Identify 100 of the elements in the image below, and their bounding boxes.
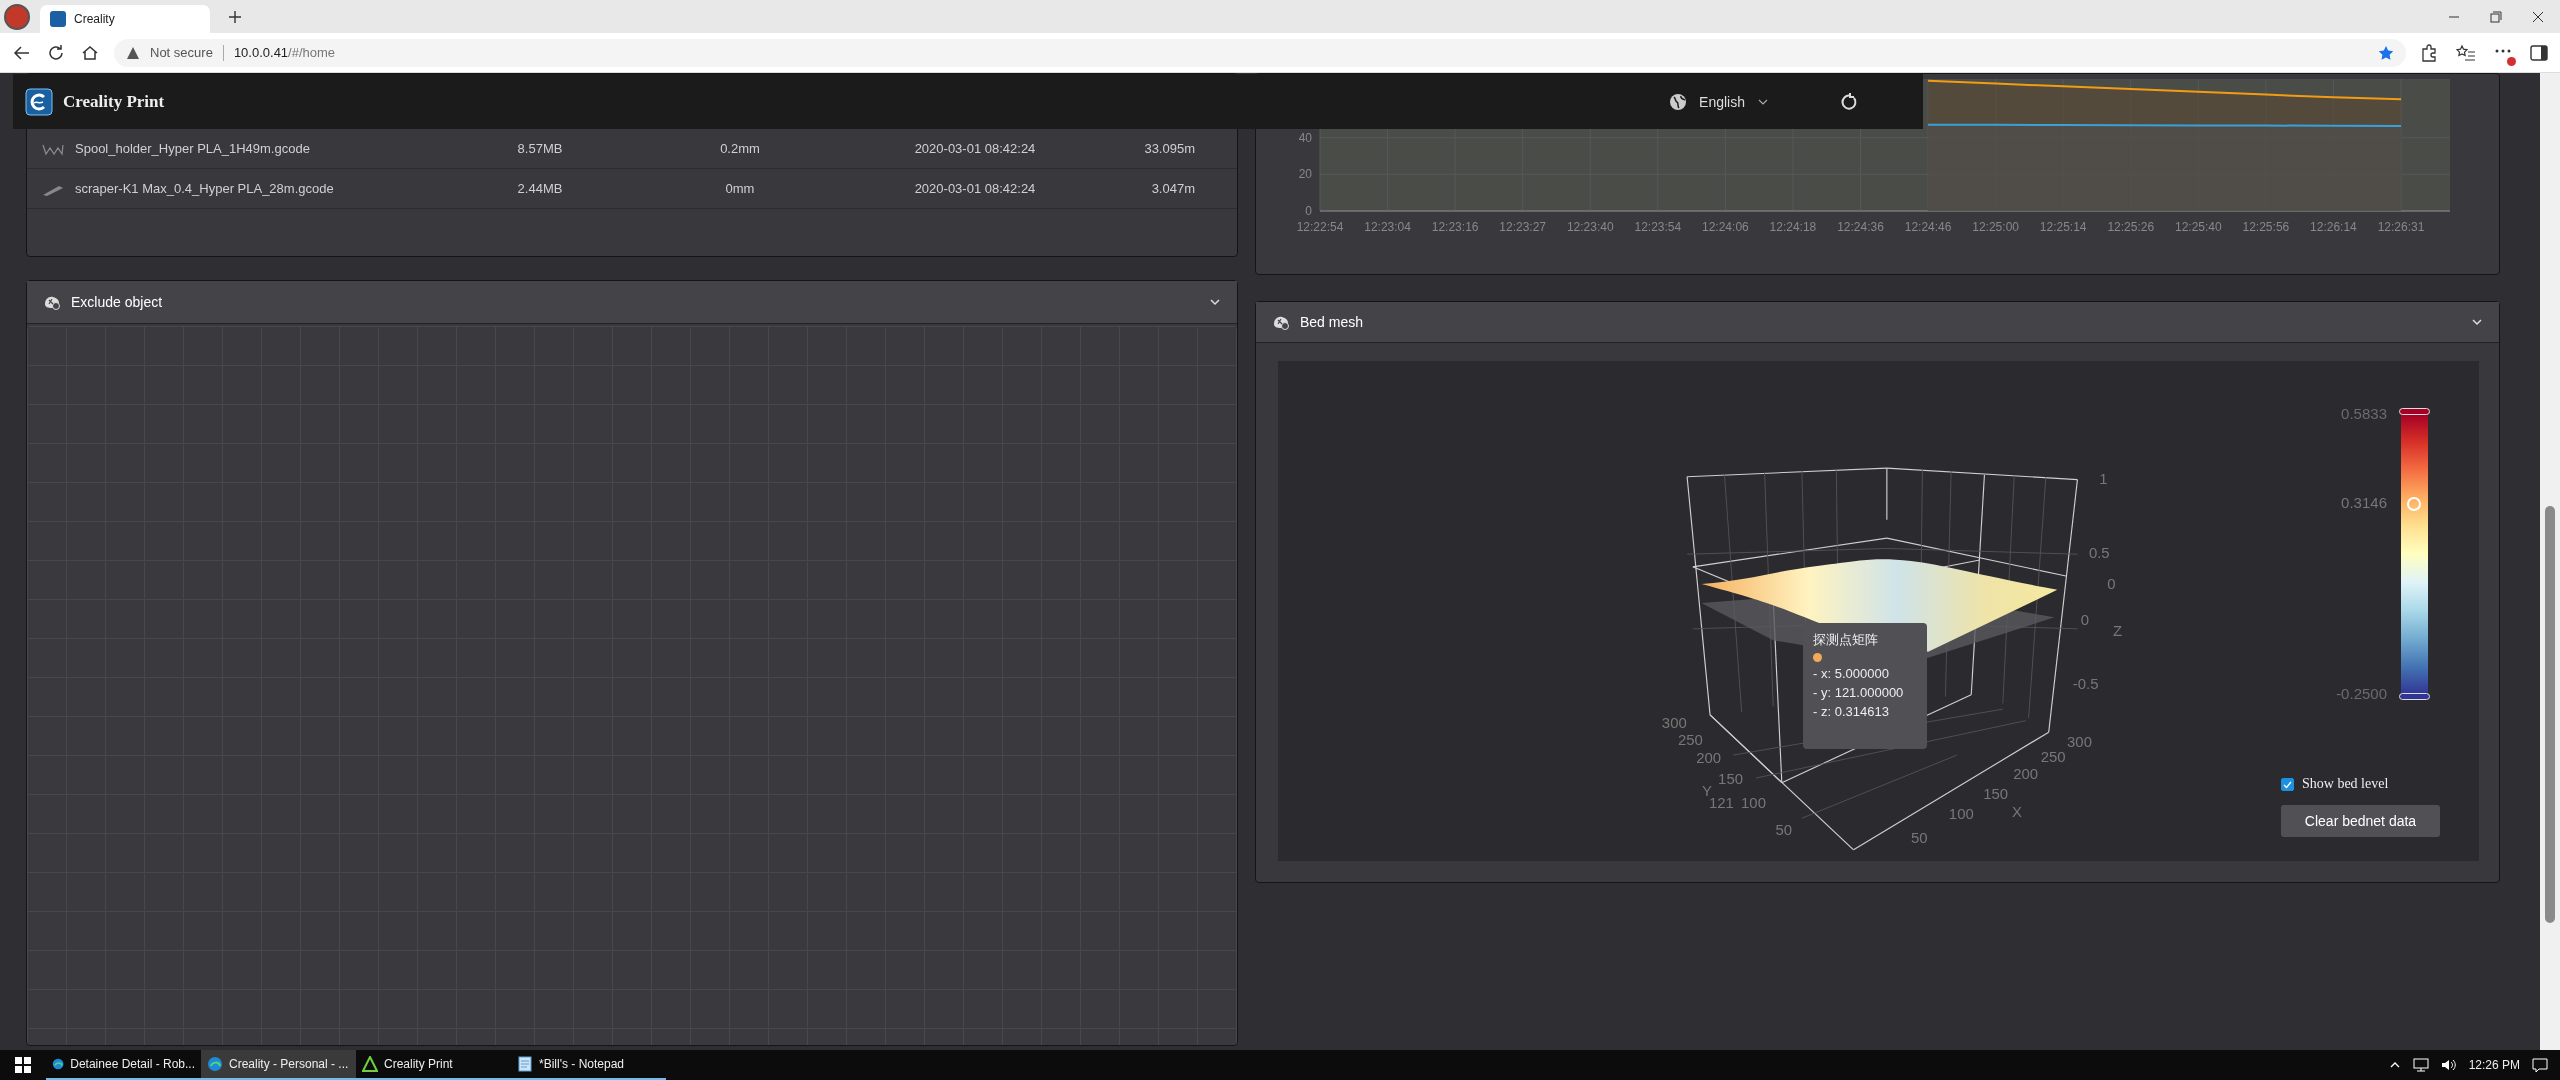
x-tick-label: 150 bbox=[1983, 784, 2009, 802]
y-tick-label: 200 bbox=[1696, 749, 1722, 767]
globe-icon[interactable] bbox=[1669, 92, 1688, 111]
checkbox[interactable] bbox=[2281, 777, 2294, 791]
site-icon bbox=[50, 11, 66, 27]
y-tick-label: 150 bbox=[1718, 769, 1743, 787]
z-tick-label: -0.5 bbox=[2072, 674, 2099, 692]
sidebar-icon[interactable] bbox=[2530, 43, 2548, 62]
z-tick-label: 1 bbox=[2099, 470, 2108, 488]
x-tick-label: 12:23:04 bbox=[1364, 220, 1411, 234]
address-bar[interactable]: Not secure 10.0.0.41/#/home bbox=[114, 38, 2406, 67]
x-tick-label: 250 bbox=[2040, 748, 2066, 765]
browser-icon bbox=[207, 1056, 223, 1072]
z-tick-label: 0 bbox=[2080, 611, 2090, 629]
range-handle[interactable] bbox=[2399, 408, 2430, 415]
taskbar-button[interactable]: Creality - Personal - ... bbox=[201, 1050, 356, 1080]
x-tick-label: 12:26:31 bbox=[2377, 220, 2425, 234]
chevron-down-icon[interactable] bbox=[2471, 316, 2483, 328]
x-tick-label: 12:25:56 bbox=[2242, 220, 2290, 234]
close-icon[interactable] bbox=[2532, 10, 2544, 23]
scale-max-label: 0.5833 bbox=[2341, 405, 2387, 422]
x-tick-label: 12:23:40 bbox=[1566, 220, 1614, 234]
x-axis-title: X bbox=[2012, 803, 2022, 821]
table-cell-text: 2020-03-01 08:42:24 bbox=[913, 141, 1037, 156]
file-name[interactable]: scraper-K1 Max_0.4_Hyper PLA_28m.gcode bbox=[75, 181, 475, 196]
y-tick-label: 300 bbox=[1661, 713, 1687, 731]
x-tick-label: 100 bbox=[1948, 805, 1974, 823]
security-label: Not secure bbox=[150, 45, 213, 60]
star-icon[interactable] bbox=[2378, 44, 2394, 61]
scrollbar-thumb[interactable] bbox=[2545, 506, 2555, 923]
x-tick-label: 12:25:40 bbox=[2174, 220, 2222, 234]
browser-tab[interactable]: Creality bbox=[40, 5, 210, 33]
checkbox-label: Show bed level bbox=[2302, 776, 2389, 792]
x-tick-label: 12:25:00 bbox=[1972, 220, 2019, 234]
scale-min-label: -0.2500 bbox=[2336, 685, 2387, 702]
language-selector[interactable]: English bbox=[1699, 93, 1745, 110]
x-tick-label: 12:25:26 bbox=[2107, 220, 2155, 234]
x-tick-label: 12:25:14 bbox=[2039, 220, 2087, 234]
x-tick-label: 12:24:36 bbox=[1837, 220, 1884, 234]
x-tick-label: 12:26:14 bbox=[2310, 220, 2357, 234]
tooltip-line: - z: 0.314613 bbox=[1813, 704, 1890, 719]
refresh-icon[interactable] bbox=[46, 42, 66, 63]
bed-mesh-icon bbox=[43, 294, 61, 310]
card-title: Exclude object bbox=[71, 294, 163, 310]
notification-icon[interactable] bbox=[2532, 1057, 2548, 1073]
bed-mesh-icon bbox=[1272, 314, 1290, 330]
y-tick-label: 40 bbox=[1298, 130, 1312, 145]
x-tick-label: 12:24:18 bbox=[1769, 220, 1817, 234]
y-tick-label: 250 bbox=[1677, 730, 1703, 748]
table-cell-text: 2020-03-01 08:42:24 bbox=[913, 181, 1037, 196]
notepad-icon bbox=[517, 1056, 533, 1072]
scrollbar-track[interactable] bbox=[2540, 73, 2560, 1050]
y-tick-label: 0 bbox=[1305, 204, 1312, 218]
color-scale-slider[interactable] bbox=[2399, 408, 2430, 700]
taskbar-button[interactable]: *Bill's - Notepad bbox=[511, 1050, 666, 1080]
x-tick-label: 200 bbox=[2013, 765, 2038, 783]
x-tick-label: 12:24:46 bbox=[1904, 220, 1952, 234]
tooltip-line: - x: 5.000000 bbox=[1813, 666, 1890, 681]
x-tick-label: 12:22:54 bbox=[1296, 220, 1344, 234]
x-tick-label: 12:23:27 bbox=[1499, 220, 1547, 234]
y-tick-label: 50 bbox=[1775, 821, 1793, 839]
clear-data-button[interactable]: Clear bednet data bbox=[2281, 805, 2440, 837]
file-name[interactable]: Spool_holder_Hyper PLA_1H49m.gcode bbox=[75, 141, 475, 156]
scale-value-label: 0.3146 bbox=[2341, 494, 2387, 512]
app-logo-icon bbox=[25, 87, 53, 116]
x-tick-label: 300 bbox=[2067, 733, 2092, 751]
profile-avatar[interactable] bbox=[4, 3, 30, 30]
favorites-icon[interactable] bbox=[2456, 43, 2476, 62]
warning-icon bbox=[126, 45, 140, 60]
y-tick-label: 100 bbox=[1741, 793, 1766, 811]
tooltip-title: 探测点矩阵 bbox=[1813, 631, 1879, 649]
range-handle[interactable] bbox=[2399, 693, 2430, 700]
table-cell-text: 0mm bbox=[724, 181, 756, 196]
x-tick-label: 12:24:06 bbox=[1702, 220, 1749, 234]
restore-icon[interactable] bbox=[2490, 10, 2502, 23]
url-text: 10.0.0.41/#/home bbox=[233, 45, 336, 60]
chevron-down-icon[interactable] bbox=[1209, 296, 1221, 308]
browser-icon bbox=[52, 1056, 65, 1072]
card-title: Bed mesh bbox=[1300, 314, 1364, 330]
triangle-icon bbox=[362, 1056, 378, 1072]
puzzle-icon[interactable] bbox=[2420, 43, 2438, 62]
table-cell-text: 2.44MB bbox=[516, 181, 564, 196]
windows-logo-icon[interactable] bbox=[15, 1057, 31, 1073]
notification-dot bbox=[2507, 56, 2516, 66]
z-tick-label: 0 bbox=[2107, 574, 2116, 592]
x-tick-label: 12:23:16 bbox=[1431, 220, 1479, 234]
clock[interactable]: 12:26 PM bbox=[2468, 1058, 2520, 1072]
z-tick-label: 0.5 bbox=[2088, 543, 2110, 561]
refresh-icon[interactable] bbox=[1839, 91, 1859, 112]
taskbar-button[interactable]: Creality Print bbox=[356, 1050, 511, 1080]
table-cell-text: 0.2mm bbox=[719, 141, 761, 156]
table-cell-text: 33.095m bbox=[1143, 141, 1195, 156]
x-tick-label: 12:23:54 bbox=[1634, 220, 1682, 234]
network-icon[interactable] bbox=[2412, 1058, 2429, 1072]
z-axis-title: Z bbox=[2113, 621, 2123, 639]
tooltip-line: - y: 121.000000 bbox=[1813, 685, 1905, 700]
x-tick-label: 50 bbox=[1910, 829, 1928, 847]
y-tick-label: 20 bbox=[1298, 167, 1312, 182]
table-cell-text: 3.047m bbox=[1150, 181, 1195, 196]
speaker-icon[interactable] bbox=[2440, 1058, 2457, 1072]
